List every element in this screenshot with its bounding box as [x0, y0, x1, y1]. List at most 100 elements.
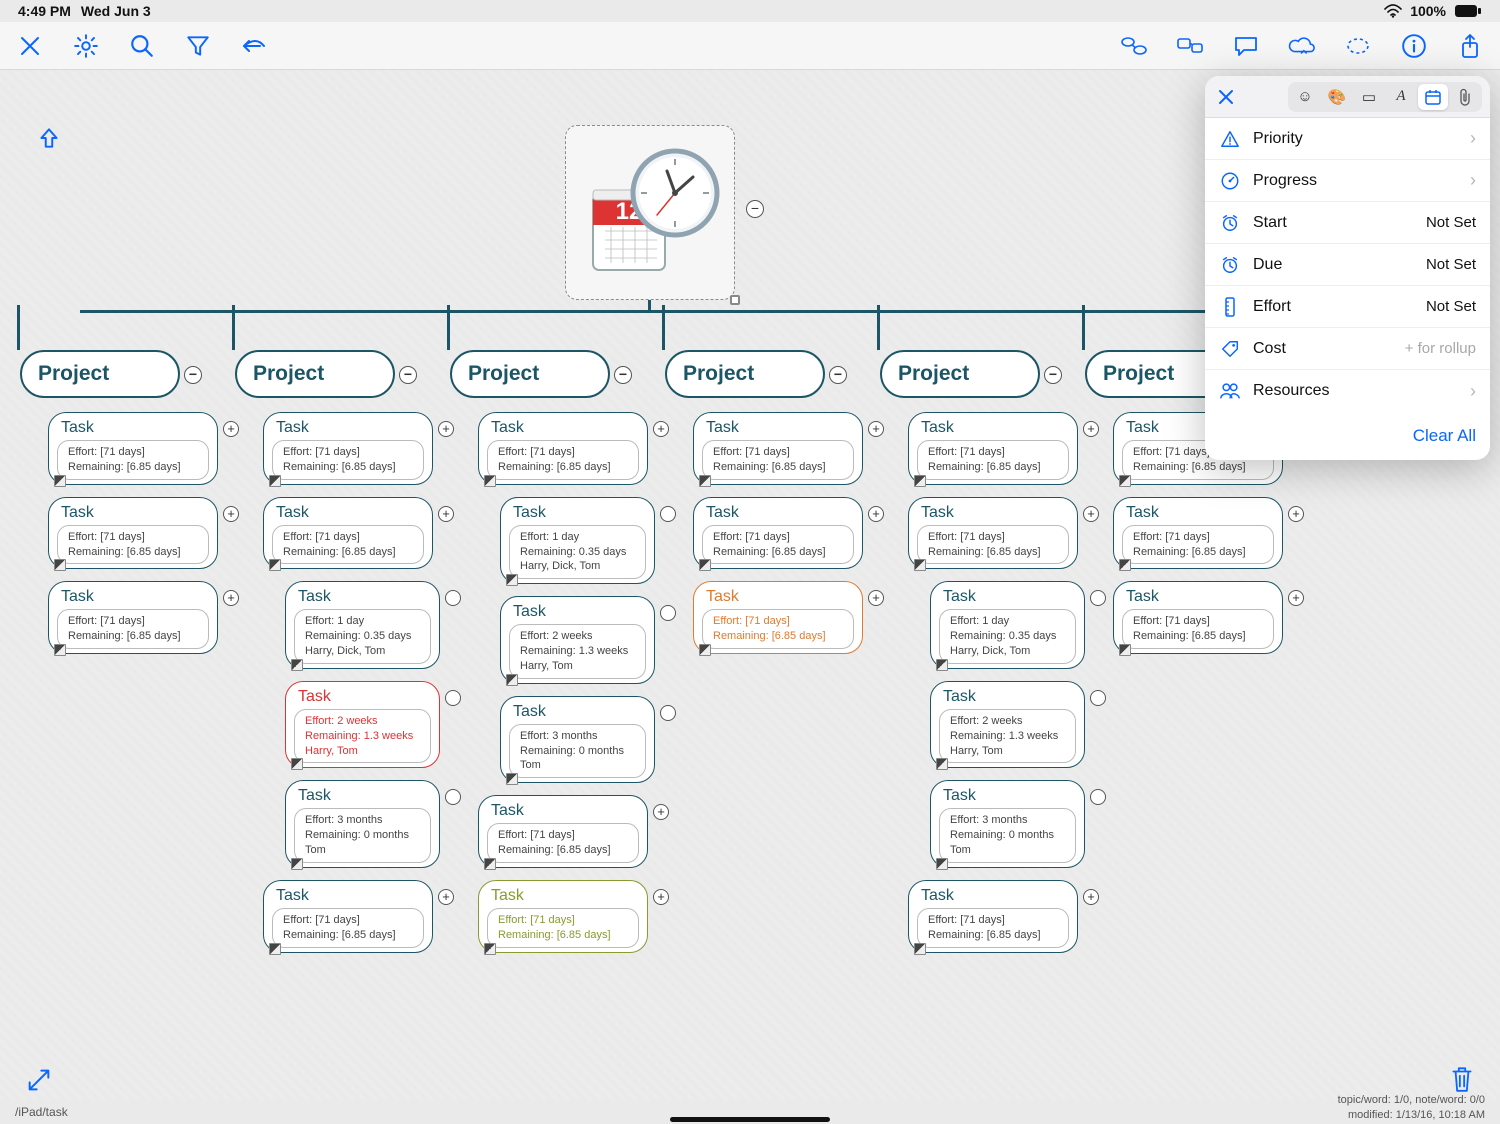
task-title: Task [286, 682, 439, 709]
task-node[interactable]: TaskEffort: 2 weeks Remaining: 1.3 weeks… [930, 681, 1085, 769]
breadcrumb: /iPad/task [15, 1105, 68, 1119]
inspector-row-progress[interactable]: Progress› [1205, 160, 1490, 202]
project-node[interactable]: Project− [20, 350, 180, 398]
task-title: Task [931, 781, 1084, 808]
task-node[interactable]: TaskEffort: [71 days] Remaining: [6.85 d… [48, 581, 218, 654]
root-collapse-toggle[interactable]: − [746, 200, 764, 218]
task-node[interactable]: TaskEffort: [71 days] Remaining: [6.85 d… [263, 412, 433, 485]
inspector-row-effort[interactable]: EffortNot Set [1205, 286, 1490, 328]
tab-appearance[interactable]: 🎨 [1322, 84, 1352, 110]
task-node[interactable]: TaskEffort: [71 days] Remaining: [6.85 d… [263, 880, 433, 953]
footer-stats: topic/word: 1/0, note/word: 0/0 modified… [1338, 1093, 1485, 1122]
task-node[interactable]: TaskEffort: 2 weeks Remaining: 1.3 weeks… [285, 681, 440, 769]
info-icon[interactable] [1400, 32, 1428, 60]
expand-toggle[interactable]: + [653, 889, 669, 905]
root-node[interactable]: 12 [565, 125, 735, 300]
expand-toggle[interactable]: + [653, 804, 669, 820]
task-detail: Effort: [71 days] Remaining: [6.85 days] [272, 908, 424, 948]
expand-toggle[interactable] [1090, 789, 1106, 805]
close-icon[interactable] [16, 32, 44, 60]
lasso-icon[interactable] [1344, 32, 1372, 60]
collapse-toggle[interactable]: − [184, 366, 202, 384]
task-node[interactable]: TaskEffort: 1 day Remaining: 0.35 days H… [500, 497, 655, 585]
project-column: Project− TaskEffort: [71 days] Remaining:… [450, 350, 650, 965]
ruler-icon [1219, 296, 1241, 318]
task-title: Task [49, 413, 217, 440]
task-node[interactable]: TaskEffort: [71 days] Remaining: [6.85 d… [908, 497, 1078, 570]
note-icon [484, 858, 496, 870]
task-node[interactable]: TaskEffort: 3 months Remaining: 0 months… [285, 780, 440, 868]
collapse-toggle[interactable]: − [829, 366, 847, 384]
task-node[interactable]: TaskEffort: [71 days] Remaining: [6.85 d… [263, 497, 433, 570]
collapse-toggle[interactable]: − [614, 366, 632, 384]
expand-toggle[interactable] [1090, 690, 1106, 706]
project-node[interactable]: Project− [880, 350, 1040, 398]
inspector-row-cost[interactable]: Cost+ for rollup [1205, 328, 1490, 370]
task-title: Task [501, 498, 654, 525]
filter-icon[interactable] [184, 32, 212, 60]
task-node[interactable]: TaskEffort: [71 days] Remaining: [6.85 d… [48, 497, 218, 570]
tab-task[interactable] [1418, 84, 1448, 110]
note-bubble-icon[interactable] [1232, 32, 1260, 60]
task-title: Task [909, 881, 1077, 908]
presentation-icon[interactable] [1176, 32, 1204, 60]
row-label: Start [1253, 214, 1287, 232]
task-node[interactable]: TaskEffort: 1 day Remaining: 0.35 days H… [285, 581, 440, 669]
inspector-panel: ☺ 🎨 ▭ A Priority›Progress›StartNot SetDu… [1205, 76, 1490, 460]
task-title: Task [931, 682, 1084, 709]
go-up-icon[interactable] [36, 125, 62, 151]
tab-attachment[interactable] [1450, 84, 1480, 110]
task-title: Task [49, 498, 217, 525]
inspector-row-priority[interactable]: Priority› [1205, 118, 1490, 160]
inspector-row-start[interactable]: StartNot Set [1205, 202, 1490, 244]
search-icon[interactable] [128, 32, 156, 60]
chevron-right-icon: › [1470, 170, 1476, 191]
task-detail: Effort: 3 months Remaining: 0 months Tom [509, 724, 646, 779]
resize-icon[interactable] [25, 1066, 53, 1094]
inspector-row-due[interactable]: DueNot Set [1205, 244, 1490, 286]
tab-font[interactable]: A [1386, 84, 1416, 110]
inspector-tabs: ☺ 🎨 ▭ A [1288, 82, 1482, 112]
expand-toggle[interactable]: + [1288, 590, 1304, 606]
row-value: Not Set [1426, 256, 1476, 273]
inspector-close-icon[interactable] [1213, 84, 1239, 110]
undo-icon[interactable] [240, 32, 268, 60]
clear-all-button[interactable]: Clear All [1413, 426, 1476, 445]
task-node[interactable]: TaskEffort: [71 days] Remaining: [6.85 d… [478, 795, 648, 868]
task-node[interactable]: TaskEffort: [71 days] Remaining: [6.85 d… [1113, 497, 1283, 570]
task-node[interactable]: TaskEffort: [71 days] Remaining: [6.85 d… [478, 412, 648, 485]
collapse-toggle[interactable]: − [1044, 366, 1062, 384]
task-node[interactable]: TaskEffort: 1 day Remaining: 0.35 days H… [930, 581, 1085, 669]
task-node[interactable]: TaskEffort: [71 days] Remaining: [6.85 d… [48, 412, 218, 485]
resize-handle[interactable] [730, 295, 740, 305]
note-icon [269, 559, 281, 571]
tab-emoji[interactable]: ☺ [1290, 84, 1320, 110]
expand-toggle[interactable] [660, 705, 676, 721]
expand-toggle[interactable]: + [1083, 889, 1099, 905]
project-node[interactable]: Project− [665, 350, 825, 398]
task-node[interactable]: TaskEffort: 3 months Remaining: 0 months… [500, 696, 655, 784]
task-node[interactable]: TaskEffort: [71 days] Remaining: [6.85 d… [908, 880, 1078, 953]
task-node[interactable]: TaskEffort: [71 days] Remaining: [6.85 d… [693, 412, 863, 485]
share-icon[interactable] [1456, 32, 1484, 60]
task-node[interactable]: TaskEffort: [71 days] Remaining: [6.85 d… [693, 497, 863, 570]
task-node[interactable]: TaskEffort: 2 weeks Remaining: 1.3 weeks… [500, 596, 655, 684]
task-node[interactable]: TaskEffort: [71 days] Remaining: [6.85 d… [478, 880, 648, 953]
task-node[interactable]: TaskEffort: [71 days] Remaining: [6.85 d… [693, 581, 863, 654]
cloud-icon[interactable] [1288, 32, 1316, 60]
task-node[interactable]: TaskEffort: [71 days] Remaining: [6.85 d… [1113, 581, 1283, 654]
trash-icon[interactable] [1449, 1064, 1475, 1094]
task-node[interactable]: TaskEffort: [71 days] Remaining: [6.85 d… [908, 412, 1078, 485]
collapse-toggle[interactable]: − [399, 366, 417, 384]
inspector-row-resources[interactable]: Resources› [1205, 370, 1490, 412]
task-detail: Effort: [71 days] Remaining: [6.85 days] [272, 525, 424, 565]
outline-icon[interactable] [1120, 32, 1148, 60]
tab-shape[interactable]: ▭ [1354, 84, 1384, 110]
project-node[interactable]: Project− [450, 350, 610, 398]
gear-icon[interactable] [72, 32, 100, 60]
task-node[interactable]: TaskEffort: 3 months Remaining: 0 months… [930, 780, 1085, 868]
project-node[interactable]: Project− [235, 350, 395, 398]
task-detail: Effort: 2 weeks Remaining: 1.3 weeks Har… [294, 709, 431, 764]
expand-toggle[interactable]: + [1288, 506, 1304, 522]
chevron-right-icon: › [1470, 381, 1476, 402]
